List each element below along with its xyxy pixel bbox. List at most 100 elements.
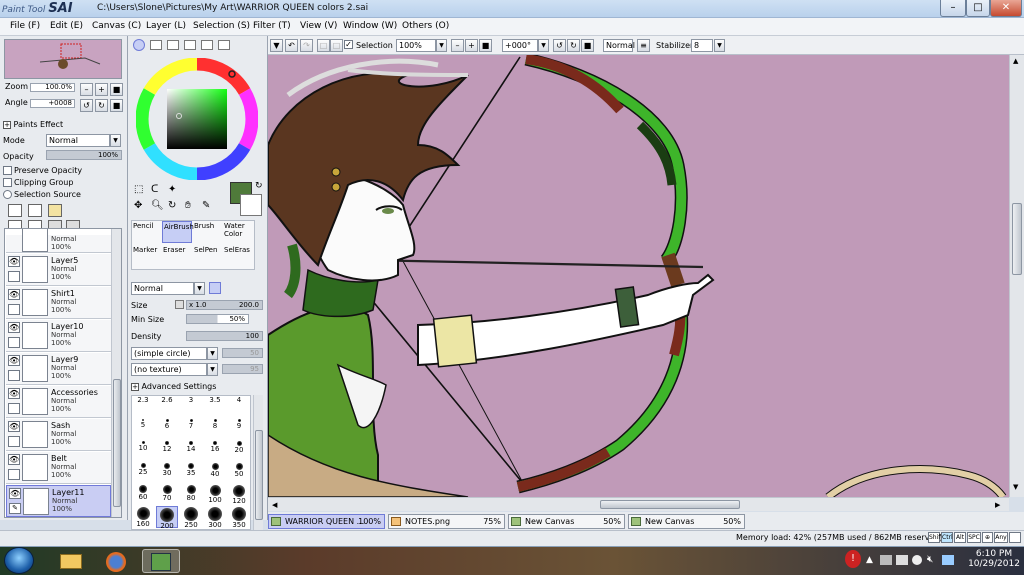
brush-size-preset[interactable]: 10 [132,440,154,462]
lock-checkbox[interactable] [8,304,20,315]
scrollbar-thumb[interactable] [255,430,263,520]
canvas-vscrollbar[interactable]: ▲ ▼ [1009,55,1024,497]
brush-size-preset[interactable]: 350 [228,506,250,529]
maximize-button[interactable]: □ [966,0,990,17]
brush-shape-soft-icon[interactable] [223,282,235,294]
user-color-tab-icon[interactable] [218,40,230,50]
chevron-down-icon[interactable]: ▼ [538,39,549,52]
angle-slider[interactable]: +0008 [30,99,75,108]
zoom-out-button[interactable]: – [451,39,464,52]
brush-size-preset[interactable]: 30 [156,462,178,484]
new-layer-icon[interactable] [8,204,22,217]
brush-size-preset[interactable]: 7 [180,418,202,440]
chevron-left-icon[interactable]: ◀ [272,501,277,509]
menu-selection[interactable]: Selection (S) [193,21,250,31]
lock-checkbox[interactable] [8,370,20,381]
hsv-slider-tab-icon[interactable] [167,40,179,50]
layer-item-sash[interactable]: 👁 Sash Normal 100% [6,419,111,451]
size-toggle[interactable] [175,300,184,309]
brush-size-preset[interactable]: 80 [180,484,202,506]
rotate-right-button[interactable]: ↻ [95,99,108,112]
clock[interactable]: 6:10 PM 10/29/2012 [966,549,1022,569]
brush-size-preset[interactable]: 14 [180,440,202,462]
tool-watercolor[interactable]: Water Color [223,221,253,243]
alert-tray-icon[interactable]: ! [845,550,861,568]
layer-item-shirt1[interactable]: 👁 Shirt1 Normal 100% [6,287,111,319]
brush-size-preset[interactable]: 250 [180,506,202,529]
chevron-down-icon[interactable]: ▼ [270,39,283,52]
close-button[interactable]: ✕ [990,0,1022,17]
flip-icon[interactable]: ≡ [637,39,650,52]
new-linework-layer-icon[interactable] [28,204,42,217]
brush-texture-select[interactable]: (no texture) [131,363,207,376]
layer-list-scrollbar[interactable] [111,229,121,517]
brush-shape-select[interactable]: (simple circle) [131,347,207,360]
angle-select[interactable]: +000° [502,39,538,52]
brush-size-preset[interactable]: 2.6 [156,396,178,418]
zoom-select[interactable]: 100% [396,39,436,52]
menu-view[interactable]: View (V) [300,21,337,31]
chevron-down-icon[interactable]: ▼ [436,39,447,52]
brush-size-preset[interactable]: 60 [132,484,154,506]
layer-item-partial[interactable]: Normal 100% [6,229,111,253]
brush-size-preset[interactable]: 12 [156,440,178,462]
menu-others[interactable]: Others (O) [402,21,449,31]
rotate-reset-button[interactable]: ■ [581,39,594,52]
scrollbar-thumb[interactable] [1012,203,1022,275]
brush-size-preset[interactable]: 70 [156,484,178,506]
brush-size-preset[interactable]: 8 [204,418,226,440]
rotate-tool-icon[interactable]: ↻ [168,200,176,211]
tool-seleras[interactable]: SelEras [223,245,253,267]
rgb-slider-tab-icon[interactable] [150,40,162,50]
rotate-left-button[interactable]: ↺ [80,99,93,112]
brush-shape-flat-icon[interactable] [251,282,263,294]
tray-app-icon[interactable] [880,555,892,565]
brush-grid-scrollbar[interactable] [253,395,263,530]
color-wheel-tab-icon[interactable] [133,39,145,51]
tab-warrior-queen[interactable]: WARRIOR QUEEN ... 100% [268,514,385,529]
chevron-down-icon[interactable]: ▼ [714,39,725,52]
lock-checkbox[interactable] [8,337,20,348]
tool-eraser[interactable]: Eraser [162,245,192,267]
brush-mode-select[interactable]: Normal [131,282,194,295]
mode-select[interactable]: Normal [46,134,110,147]
zoom-tool-icon[interactable]: 🔍︎ [151,200,164,211]
brush-size-preset[interactable]: 3.5 [204,396,226,418]
brush-texture-amount[interactable]: 95 [222,364,263,374]
tray-app-icon[interactable] [912,555,922,565]
chevron-down-icon[interactable]: ▼ [207,363,218,376]
tab-new-canvas-2[interactable]: New Canvas 50% [628,514,745,529]
selection-checkbox[interactable]: ✓ [344,40,353,49]
firefox-taskbar-icon[interactable] [97,549,135,573]
brush-size-preset[interactable]: 35 [180,462,202,484]
tool-brush[interactable]: Brush [193,221,223,243]
zoom-in-button[interactable]: + [95,83,108,96]
brush-size-preset[interactable]: 4 [228,396,250,418]
menu-canvas[interactable]: Canvas (C) [92,21,141,31]
chevron-right-icon[interactable]: ▶ [995,501,1000,509]
color-wheel[interactable] [136,58,258,180]
zoom-reset-button[interactable]: ■ [110,83,123,96]
lock-checkbox[interactable] [8,403,20,414]
brush-size-preset[interactable]: 50 [228,462,250,484]
min-size-slider[interactable]: 50% [186,314,249,324]
drawing-canvas[interactable] [268,55,1009,497]
deselect-button[interactable]: □ [317,39,330,52]
brush-shape-round-icon[interactable] [237,282,249,294]
tray-expand-icon[interactable]: ▲ [866,555,873,565]
tool-pencil[interactable]: Pencil [132,221,162,243]
stabilizer-select[interactable]: 8 [691,39,713,52]
chevron-up-icon[interactable]: ▲ [1013,57,1018,65]
layer-item-layer11[interactable]: 👁 ✎ Layer11 Normal 100% [6,485,111,517]
network-icon[interactable] [942,555,954,565]
brush-size-preset[interactable]: 9 [228,418,250,440]
lasso-icon[interactable]: ᑕ [151,184,158,195]
chevron-down-icon[interactable]: ▼ [1013,483,1018,491]
chevron-down-icon[interactable]: ▼ [194,282,205,295]
explorer-taskbar-icon[interactable] [52,549,90,573]
hand-icon[interactable]: ✋︎ [185,200,191,211]
density-slider[interactable]: 100 [186,331,263,341]
brush-size-preset[interactable]: 5 [132,418,154,440]
chevron-down-icon[interactable]: ▼ [110,134,121,147]
canvas-hscrollbar[interactable]: ◀ ▶ [268,497,1009,511]
